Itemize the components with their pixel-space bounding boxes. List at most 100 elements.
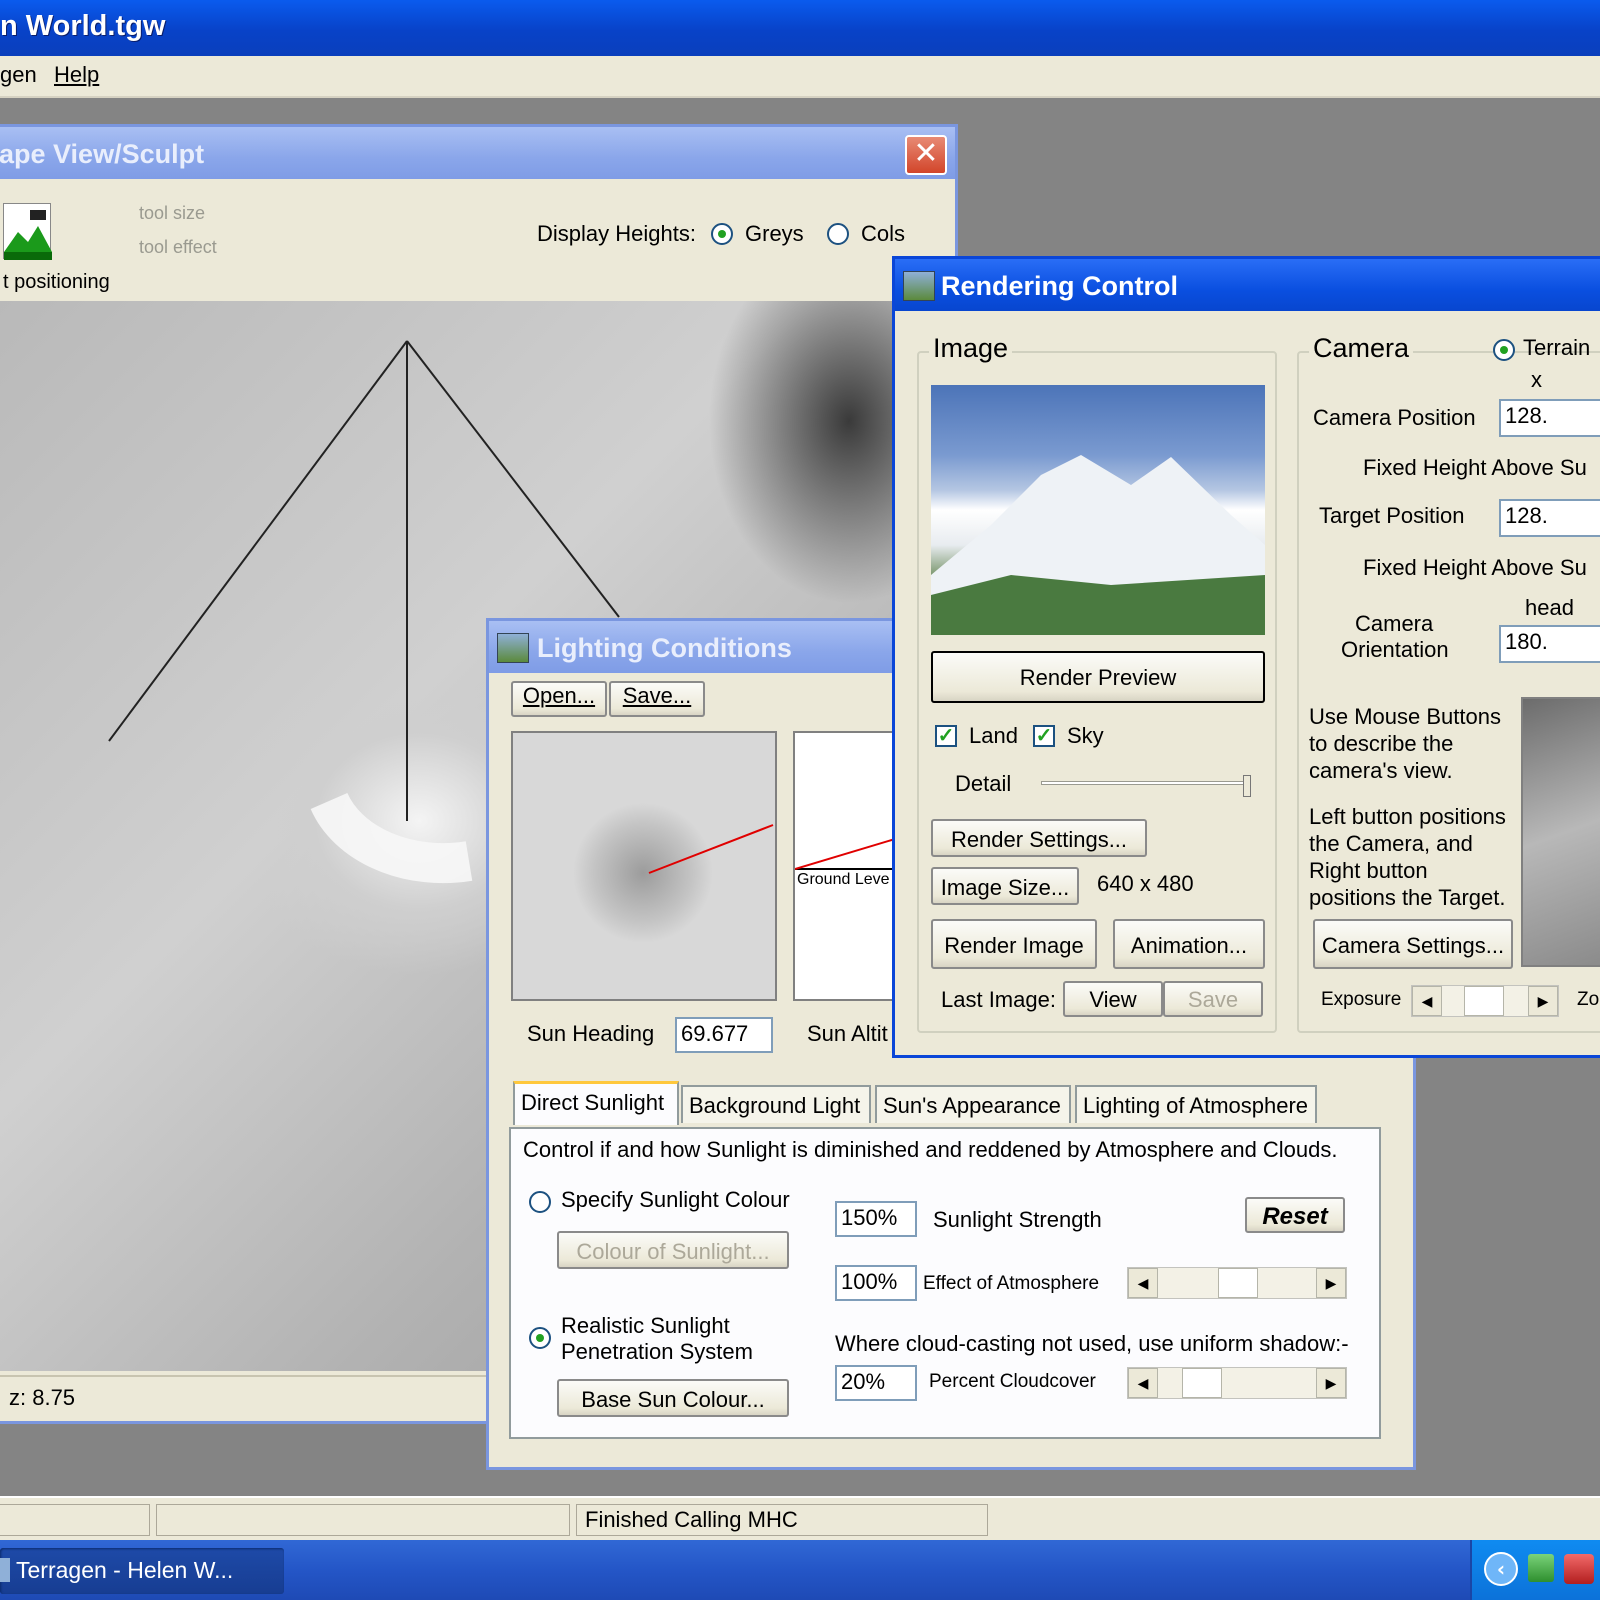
sky-label: Sky: [1067, 723, 1104, 748]
land-checkbox[interactable]: ✓: [935, 725, 957, 747]
scroll-right-icon[interactable]: ▶: [1528, 986, 1558, 1016]
scroll-left-icon[interactable]: ◀: [1412, 986, 1442, 1016]
render-preview-button[interactable]: Render Preview: [931, 651, 1265, 703]
reset-button[interactable]: Reset: [1245, 1197, 1345, 1233]
cols-radio[interactable]: [827, 223, 849, 245]
target-position-x-field[interactable]: 128.: [1499, 499, 1600, 537]
lighting-title: Lighting Conditions: [537, 633, 792, 663]
tool-size-label: tool size: [139, 203, 206, 223]
animation-button[interactable]: Animation...: [1113, 919, 1265, 969]
menu-help[interactable]: Help: [54, 62, 99, 88]
sun-heading-field[interactable]: 69.677: [675, 1017, 773, 1053]
save-button[interactable]: Save...: [609, 681, 705, 717]
greys-radio[interactable]: [711, 223, 733, 245]
open-button[interactable]: Open...: [511, 681, 607, 717]
cloudcover-thumb[interactable]: [1182, 1368, 1222, 1398]
tab-lighting-of-atmosphere[interactable]: Lighting of Atmosphere: [1075, 1085, 1317, 1123]
sun-heading-label: Sun Heading: [527, 1021, 655, 1046]
taskbar-terragen-button[interactable]: Terragen - Helen W...: [0, 1548, 284, 1594]
sunlight-strength-label: Sunlight Strength: [933, 1207, 1102, 1232]
camera-mini-map[interactable]: [1521, 697, 1600, 967]
tab-direct-sunlight[interactable]: Direct Sunlight: [513, 1081, 679, 1125]
cloudcover-field[interactable]: 20%: [835, 1365, 917, 1401]
landscape-title-bar: ape View/Sculpt: [0, 127, 955, 179]
detail-track: [1041, 781, 1251, 785]
landscape-title: ape View/Sculpt: [0, 139, 205, 169]
cloudcover-slider[interactable]: ◀ ▶: [1127, 1367, 1347, 1399]
z-readout: z: 8.75: [9, 1385, 76, 1410]
display-heights-label: Display Heights:: [537, 221, 696, 246]
ground-level-label: Ground Leve: [797, 871, 890, 888]
sun-map-view[interactable]: [511, 731, 777, 1001]
image-size-button[interactable]: Image Size...: [931, 867, 1079, 905]
menu-terragen[interactable]: gen: [0, 62, 37, 88]
scroll-left-icon[interactable]: ◀: [1128, 1368, 1158, 1398]
terrain-label: Terrain: [1523, 335, 1591, 360]
lighting-window-icon: [497, 633, 529, 663]
realistic-line-1: Realistic Sunlight: [561, 1313, 730, 1338]
sky-checkbox[interactable]: ✓: [1033, 725, 1055, 747]
rendering-window-icon: [903, 271, 935, 301]
render-settings-button[interactable]: Render Settings...: [931, 819, 1147, 857]
target-position-label: Target Position: [1319, 503, 1465, 528]
image-group-label: Image: [929, 333, 1013, 364]
scroll-left-icon[interactable]: ◀: [1128, 1268, 1158, 1298]
effect-atmosphere-slider[interactable]: ◀ ▶: [1127, 1267, 1347, 1299]
detail-slider[interactable]: [1041, 775, 1255, 801]
terrain-radio[interactable]: [1493, 339, 1515, 361]
sun-direction-line: [648, 824, 774, 874]
sunlight-strength-field[interactable]: 150%: [835, 1201, 917, 1237]
exposure-label: Exposure: [1321, 989, 1402, 1010]
zoom-label: Zo: [1577, 989, 1600, 1010]
tab-panel-direct-sunlight: Control if and how Sunlight is diminishe…: [509, 1127, 1381, 1439]
specify-colour-radio[interactable]: [529, 1191, 551, 1213]
cloud-shadow-note: Where cloud-casting not used, use unifor…: [835, 1331, 1349, 1356]
status-message: Finished Calling MHC: [576, 1504, 988, 1536]
sun-altitude-label: Sun Altit: [807, 1021, 888, 1046]
fixed-height-target-label: Fixed Height Above Su: [1363, 555, 1587, 580]
colour-of-sunlight-button[interactable]: Colour of Sunlight...: [557, 1231, 789, 1269]
scroll-right-icon[interactable]: ▶: [1316, 1268, 1346, 1298]
render-image-button[interactable]: Render Image: [931, 919, 1097, 969]
tab-suns-appearance[interactable]: Sun's Appearance: [875, 1085, 1071, 1123]
tool-effect-label: tool effect: [139, 237, 217, 257]
render-preview-image: [931, 385, 1265, 635]
exposure-thumb[interactable]: [1464, 986, 1504, 1016]
view-button[interactable]: View: [1063, 981, 1163, 1017]
tray-back-icon[interactable]: ‹: [1484, 1552, 1518, 1586]
rendering-window: Rendering Control Image Render Preview ✓…: [892, 256, 1600, 1058]
cloudcover-label: Percent Cloudcover: [929, 1371, 1096, 1392]
detail-label: Detail: [955, 771, 1012, 796]
rendering-title: Rendering Control: [941, 271, 1178, 301]
terrain-tool-icon[interactable]: [3, 203, 52, 260]
effect-atmosphere-label: Effect of Atmosphere: [923, 1273, 1100, 1294]
close-button[interactable]: ✕: [905, 135, 947, 175]
menu-bar: gen Help: [0, 56, 1600, 98]
scroll-right-icon[interactable]: ▶: [1316, 1368, 1346, 1398]
x-column-header: x: [1531, 367, 1542, 392]
camera-position-label: Camera Position: [1313, 405, 1476, 430]
orientation-head-field[interactable]: 180.: [1499, 625, 1600, 663]
rendering-title-bar: Rendering Control: [895, 259, 1600, 311]
head-column-header: head: [1525, 595, 1574, 620]
realistic-sunlight-radio[interactable]: [529, 1327, 551, 1349]
exposure-slider[interactable]: ◀ ▶: [1411, 985, 1559, 1017]
system-tray: ‹: [1470, 1540, 1600, 1600]
effect-atmosphere-field[interactable]: 100%: [835, 1265, 917, 1301]
realistic-line-2: Penetration System: [561, 1339, 753, 1364]
camera-group-label: Camera: [1309, 333, 1414, 364]
tab-background-light[interactable]: Background Light: [681, 1085, 871, 1123]
status-bar: Finished Calling MHC: [0, 1496, 1600, 1540]
camera-orientation-line-1: Camera: [1355, 611, 1434, 636]
tray-security-icon[interactable]: [1564, 1554, 1594, 1584]
detail-thumb[interactable]: [1243, 775, 1251, 797]
last-image-save-button[interactable]: Save: [1163, 981, 1263, 1017]
tray-network-icon[interactable]: [1528, 1554, 1554, 1582]
base-sun-colour-button[interactable]: Base Sun Colour...: [557, 1379, 789, 1417]
close-icon: ✕: [913, 136, 939, 171]
effect-atmosphere-thumb[interactable]: [1218, 1268, 1258, 1298]
app-title: n World.tgw: [0, 10, 166, 42]
camera-position-x-field[interactable]: 128.: [1499, 399, 1600, 437]
tab-strip: Direct Sunlight Background Light Sun's A…: [513, 1081, 1373, 1129]
camera-settings-button[interactable]: Camera Settings...: [1313, 919, 1513, 969]
